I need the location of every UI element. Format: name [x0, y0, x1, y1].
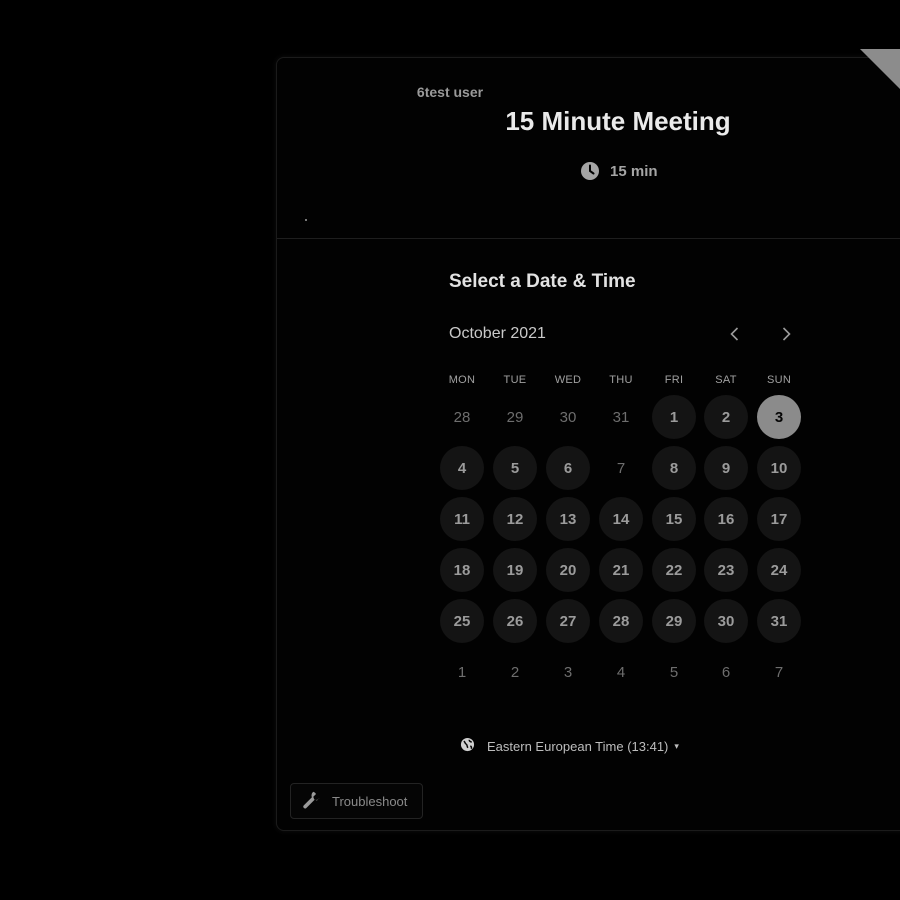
prev-month-button[interactable] [723, 322, 747, 346]
calendar-day[interactable]: 25 [440, 599, 484, 643]
calendar-day[interactable]: 19 [493, 548, 537, 592]
calendar-day: 30 [559, 408, 577, 426]
calendar-day[interactable]: 24 [757, 548, 801, 592]
calendar-day[interactable]: 2 [704, 395, 748, 439]
calendar-day[interactable]: 14 [599, 497, 643, 541]
weekday-label: WED [554, 374, 582, 386]
troubleshoot-label: Troubleshoot [332, 793, 408, 809]
calendar-day: 1 [457, 663, 467, 681]
header-divider [277, 238, 900, 239]
wrench-icon [300, 789, 322, 814]
calendar-day[interactable]: 26 [493, 599, 537, 643]
calendar-day[interactable]: 13 [546, 497, 590, 541]
calendar-day[interactable]: 27 [546, 599, 590, 643]
globe-icon [460, 737, 475, 755]
corner-ribbon [860, 49, 900, 89]
calendar-day: 7 [616, 459, 626, 477]
duration-label: 15 min [610, 162, 658, 180]
calendar-day[interactable]: 23 [704, 548, 748, 592]
chevron-left-icon [730, 327, 739, 341]
weekday-label: TUE [503, 374, 527, 386]
calendar-day[interactable]: 12 [493, 497, 537, 541]
weekday-label: MON [448, 374, 476, 386]
calendar-day[interactable]: 5 [493, 446, 537, 490]
month-label: October 2021 [449, 325, 546, 342]
decorative-dot [305, 219, 307, 221]
weekday-label: SAT [715, 374, 737, 386]
calendar-day-selected[interactable]: 3 [757, 395, 801, 439]
calendar-day[interactable]: 11 [440, 497, 484, 541]
calendar-day[interactable]: 8 [652, 446, 696, 490]
calendar-day[interactable]: 18 [440, 548, 484, 592]
next-month-button[interactable] [774, 322, 798, 346]
calendar-day[interactable]: 22 [652, 548, 696, 592]
section-title: Select a Date & Time [449, 271, 636, 292]
chevron-right-icon [782, 327, 791, 341]
event-title: 15 Minute Meeting [505, 106, 731, 136]
calendar-day[interactable]: 21 [599, 548, 643, 592]
timezone-selector[interactable]: Eastern European Time (13:41) ▾ [460, 737, 679, 755]
weekday-label: FRI [664, 374, 684, 386]
calendar-day[interactable]: 31 [757, 599, 801, 643]
calendar-day: 2 [510, 663, 520, 681]
calendar-day[interactable]: 4 [440, 446, 484, 490]
calendar-day[interactable]: 15 [652, 497, 696, 541]
calendar-day[interactable]: 30 [704, 599, 748, 643]
weekday-label: THU [609, 374, 633, 386]
calendar-day: 4 [616, 663, 626, 681]
calendar-day[interactable]: 28 [599, 599, 643, 643]
calendar-day[interactable]: 6 [546, 446, 590, 490]
calendar-day[interactable]: 20 [546, 548, 590, 592]
event-duration: 15 min [580, 161, 658, 181]
calendar-day[interactable]: 10 [757, 446, 801, 490]
timezone-label: Eastern European Time (13:41) [487, 738, 669, 754]
clock-icon [580, 161, 600, 181]
calendar-day[interactable]: 9 [704, 446, 748, 490]
calendar-day: 29 [506, 408, 524, 426]
calendar-day: 6 [721, 663, 731, 681]
calendar-day[interactable]: 29 [652, 599, 696, 643]
calendar-day: 28 [453, 408, 471, 426]
calendar-day: 3 [563, 663, 573, 681]
calendar-day: 7 [774, 663, 784, 681]
calendar-day[interactable]: 17 [757, 497, 801, 541]
calendar-day: 31 [612, 408, 630, 426]
owner-name: 6test user [416, 84, 484, 100]
calendar-day[interactable]: 16 [704, 497, 748, 541]
calendar-day: 5 [669, 663, 679, 681]
caret-down-icon: ▾ [674, 740, 679, 751]
calendar-day[interactable]: 1 [652, 395, 696, 439]
weekday-label: SUN [766, 374, 792, 386]
troubleshoot-button[interactable]: Troubleshoot [290, 783, 423, 819]
